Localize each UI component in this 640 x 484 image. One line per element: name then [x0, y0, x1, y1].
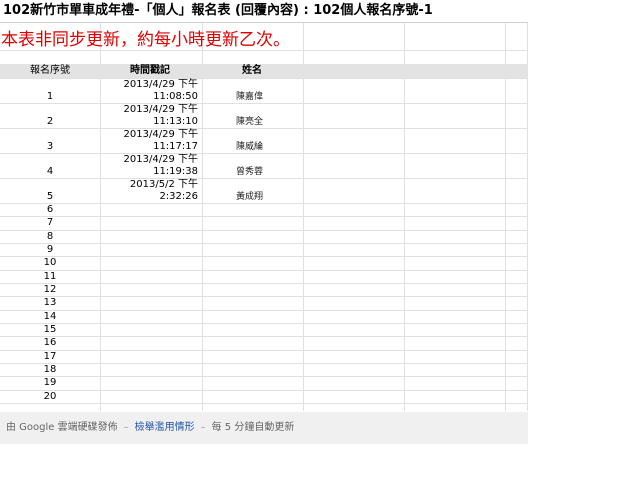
row-number: 13 [43, 297, 57, 308]
timestamp-cell: 2013/4/29 下午 11:19:38 [100, 154, 200, 178]
footer-separator: – [200, 422, 206, 433]
row-number: 14 [43, 311, 57, 322]
row-number: 19 [43, 377, 57, 388]
timestamp-time: 11:08:50 [153, 91, 198, 102]
timestamp-date: 2013/4/29 下午 [123, 129, 198, 140]
name-cell: 陳亮全 [236, 117, 264, 127]
row-number: 15 [43, 324, 57, 335]
timestamp-time: 2:32:26 [159, 191, 198, 202]
grid-row-line [0, 78, 528, 79]
grid-row-line [0, 178, 528, 179]
timestamp-cell: 2013/4/29 下午 11:17:17 [100, 129, 200, 153]
row-number: 5 [46, 191, 54, 202]
published-by-text: 由 Google 雲端硬碟發佈 [6, 422, 118, 433]
grid-row-line [0, 128, 528, 129]
auto-update-text: 每 5 分鐘自動更新 [211, 422, 295, 433]
timestamp-time: 11:13:10 [153, 116, 198, 127]
grid-row-line [0, 103, 528, 104]
timestamp-date: 2013/4/29 下午 [123, 79, 198, 90]
row-number: 1 [46, 91, 54, 102]
header-registration-number: 報名序號 [30, 65, 70, 76]
footer-bar: 由 Google 雲端硬碟發佈 – 檢舉濫用情形 – 每 5 分鐘自動更新 [0, 412, 528, 444]
row-number: 2 [46, 116, 54, 127]
header-name: 姓名 [242, 65, 262, 76]
row-number: 17 [43, 351, 57, 362]
row-number: 18 [43, 364, 57, 375]
name-cell: 陳嘉偉 [236, 92, 264, 102]
row-number: 3 [46, 141, 54, 152]
row-number: 6 [46, 204, 54, 215]
footer-separator: – [123, 422, 129, 433]
timestamp-date: 2013/5/2 下午 [129, 179, 198, 190]
row-number: 4 [46, 166, 54, 177]
row-number: 7 [46, 217, 54, 228]
row-number: 8 [46, 231, 54, 242]
row-number: 11 [43, 271, 57, 282]
timestamp-time: 11:19:38 [153, 166, 198, 177]
name-cell: 黃成翔 [236, 192, 264, 202]
name-cell: 曾秀蓉 [236, 167, 264, 177]
timestamp-cell: 2013/4/29 下午 11:13:10 [100, 104, 200, 128]
name-cell: 陳威綸 [236, 142, 264, 152]
grid-row-line [0, 403, 528, 404]
row-number: 20 [43, 391, 57, 402]
timestamp-cell: 2013/5/2 下午 2:32:26 [100, 179, 200, 203]
timestamp-date: 2013/4/29 下午 [123, 104, 198, 115]
grid-row-line [0, 153, 528, 154]
title-divider [0, 22, 528, 23]
row-number: 9 [46, 244, 54, 255]
timestamp-time: 11:17:17 [153, 141, 198, 152]
report-abuse-link[interactable]: 檢舉濫用情形 [135, 422, 195, 433]
update-notice: 本表非同步更新，約每小時更新乙次。 [1, 30, 290, 50]
sheet-title: 102新竹市單車成年禮-「個人」報名表 (回覆內容) : 102個人報名序號-1 [3, 3, 433, 18]
row-number: 12 [43, 284, 57, 295]
timestamp-date: 2013/4/29 下午 [123, 154, 198, 165]
header-timestamp: 時間戳記 [130, 65, 170, 76]
row-number: 10 [43, 257, 57, 268]
row-number: 16 [43, 337, 57, 348]
timestamp-cell: 2013/4/29 下午 11:08:50 [100, 79, 200, 103]
